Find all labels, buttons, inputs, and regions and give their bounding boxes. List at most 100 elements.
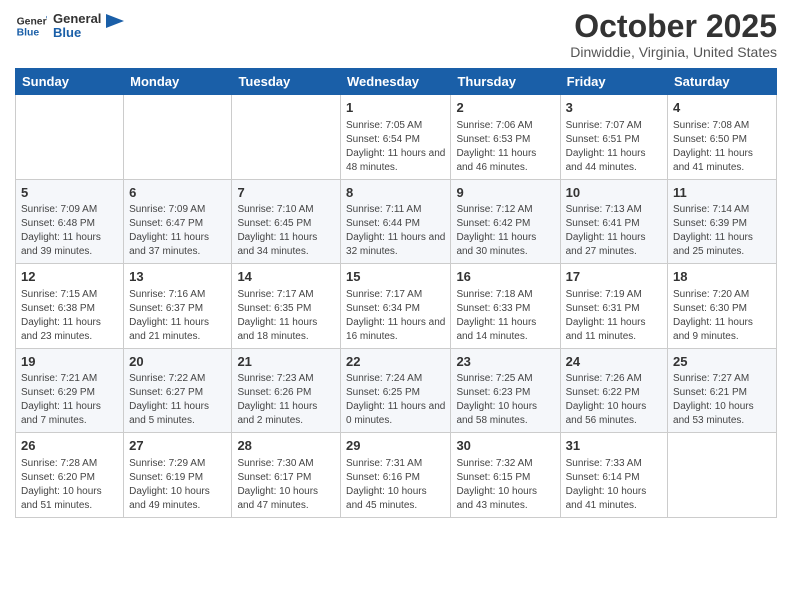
logo: General Blue General Blue (15, 10, 124, 42)
day-info: Sunrise: 7:28 AM Sunset: 6:20 PM Dayligh… (21, 457, 118, 513)
day-info: Sunrise: 7:17 AM Sunset: 6:34 PM Dayligh… (346, 288, 445, 344)
calendar-cell: 25Sunrise: 7:27 AM Sunset: 6:21 PM Dayli… (668, 348, 777, 433)
calendar-cell: 4Sunrise: 7:08 AM Sunset: 6:50 PM Daylig… (668, 95, 777, 180)
calendar-cell: 15 Sunrise: 7:17 AM Sunset: 6:34 PM Dayli… (341, 264, 451, 349)
day-info: Sunrise: 7:32 AM Sunset: 6:15 PM Dayligh… (456, 457, 554, 513)
day-number: 10 (566, 184, 662, 202)
day-number: 22 (346, 353, 445, 371)
calendar-cell (668, 433, 777, 518)
calendar-cell: 24Sunrise: 7:26 AM Sunset: 6:22 PM Dayli… (560, 348, 667, 433)
calendar-cell: 6Sunrise: 7:09 AM Sunset: 6:47 PM Daylig… (124, 179, 232, 264)
calendar-cell: 30 Sunrise: 7:32 AM Sunset: 6:15 PM Dayli… (451, 433, 560, 518)
day-number: 13 (129, 268, 226, 286)
calendar-cell (16, 95, 124, 180)
day-info: Sunrise: 7:08 AM Sunset: 6:50 PM Dayligh… (673, 119, 771, 175)
day-info: Sunrise: 7:13 AM Sunset: 6:41 PM Dayligh… (566, 203, 662, 259)
calendar-cell: 28 Sunrise: 7:30 AM Sunset: 6:17 PM Dayli… (232, 433, 341, 518)
calendar-cell: 31 Sunrise: 7:33 AM Sunset: 6:14 PM Dayli… (560, 433, 667, 518)
calendar-cell: 29Sunrise: 7:31 AM Sunset: 6:16 PM Dayli… (341, 433, 451, 518)
calendar-week-4: 19Sunrise: 7:21 AM Sunset: 6:29 PM Dayli… (16, 348, 777, 433)
day-number: 6 (129, 184, 226, 202)
day-info: Sunrise: 7:27 AM Sunset: 6:21 PM Dayligh… (673, 372, 771, 428)
day-info: Sunrise: 7:11 AM Sunset: 6:44 PM Dayligh… (346, 203, 445, 259)
calendar-header-row: SundayMondayTuesdayWednesdayThursdayFrid… (16, 69, 777, 95)
weekday-header-friday: Friday (560, 69, 667, 95)
day-info: Sunrise: 7:09 AM Sunset: 6:48 PM Dayligh… (21, 203, 118, 259)
calendar-cell (124, 95, 232, 180)
calendar-week-3: 12 Sunrise: 7:15 AM Sunset: 6:38 PM Dayli… (16, 264, 777, 349)
day-info: Sunrise: 7:06 AM Sunset: 6:53 PM Dayligh… (456, 119, 554, 175)
day-number: 12 (21, 268, 118, 286)
weekday-header-saturday: Saturday (668, 69, 777, 95)
day-info: Sunrise: 7:17 AM Sunset: 6:35 PM Dayligh… (237, 288, 335, 344)
day-info: Sunrise: 7:15 AM Sunset: 6:38 PM Dayligh… (21, 288, 118, 344)
day-number: 28 (237, 437, 335, 455)
calendar-cell: 13 Sunrise: 7:16 AM Sunset: 6:37 PM Dayli… (124, 264, 232, 349)
day-number: 16 (456, 268, 554, 286)
calendar-cell: 23Sunrise: 7:25 AM Sunset: 6:23 PM Dayli… (451, 348, 560, 433)
day-info: Sunrise: 7:30 AM Sunset: 6:17 PM Dayligh… (237, 457, 335, 513)
calendar-table: SundayMondayTuesdayWednesdayThursdayFrid… (15, 68, 777, 518)
weekday-header-monday: Monday (124, 69, 232, 95)
calendar-cell: 26Sunrise: 7:28 AM Sunset: 6:20 PM Dayli… (16, 433, 124, 518)
day-number: 25 (673, 353, 771, 371)
day-info: Sunrise: 7:33 AM Sunset: 6:14 PM Dayligh… (566, 457, 662, 513)
calendar-cell: 12 Sunrise: 7:15 AM Sunset: 6:38 PM Dayli… (16, 264, 124, 349)
day-number: 11 (673, 184, 771, 202)
day-info: Sunrise: 7:16 AM Sunset: 6:37 PM Dayligh… (129, 288, 226, 344)
weekday-header-thursday: Thursday (451, 69, 560, 95)
svg-text:Blue: Blue (17, 28, 40, 39)
day-number: 14 (237, 268, 335, 286)
day-number: 3 (566, 99, 662, 117)
logo-general: General (53, 12, 101, 26)
calendar-week-1: 1 Sunrise: 7:05 AM Sunset: 6:54 PM Daylig… (16, 95, 777, 180)
day-number: 19 (21, 353, 118, 371)
calendar-cell: 3Sunrise: 7:07 AM Sunset: 6:51 PM Daylig… (560, 95, 667, 180)
day-number: 23 (456, 353, 554, 371)
weekday-header-sunday: Sunday (16, 69, 124, 95)
day-info: Sunrise: 7:21 AM Sunset: 6:29 PM Dayligh… (21, 372, 118, 428)
calendar-cell: 19Sunrise: 7:21 AM Sunset: 6:29 PM Dayli… (16, 348, 124, 433)
day-info: Sunrise: 7:19 AM Sunset: 6:31 PM Dayligh… (566, 288, 662, 344)
calendar-cell: 10Sunrise: 7:13 AM Sunset: 6:41 PM Dayli… (560, 179, 667, 264)
day-info: Sunrise: 7:12 AM Sunset: 6:42 PM Dayligh… (456, 203, 554, 259)
calendar-cell: 5Sunrise: 7:09 AM Sunset: 6:48 PM Daylig… (16, 179, 124, 264)
day-info: Sunrise: 7:25 AM Sunset: 6:23 PM Dayligh… (456, 372, 554, 428)
day-info: Sunrise: 7:10 AM Sunset: 6:45 PM Dayligh… (237, 203, 335, 259)
day-number: 17 (566, 268, 662, 286)
day-number: 24 (566, 353, 662, 371)
title-block: October 2025 Dinwiddie, Virginia, United… (570, 10, 777, 60)
day-number: 15 (346, 268, 445, 286)
day-info: Sunrise: 7:05 AM Sunset: 6:54 PM Dayligh… (346, 119, 445, 175)
calendar-cell: 8Sunrise: 7:11 AM Sunset: 6:44 PM Daylig… (341, 179, 451, 264)
calendar-cell (232, 95, 341, 180)
calendar-cell: 7Sunrise: 7:10 AM Sunset: 6:45 PM Daylig… (232, 179, 341, 264)
calendar-cell: 11Sunrise: 7:14 AM Sunset: 6:39 PM Dayli… (668, 179, 777, 264)
day-info: Sunrise: 7:09 AM Sunset: 6:47 PM Dayligh… (129, 203, 226, 259)
logo-icon: General Blue (15, 10, 47, 42)
calendar-cell: 1 Sunrise: 7:05 AM Sunset: 6:54 PM Daylig… (341, 95, 451, 180)
day-number: 30 (456, 437, 554, 455)
day-number: 18 (673, 268, 771, 286)
calendar-cell: 14 Sunrise: 7:17 AM Sunset: 6:35 PM Dayli… (232, 264, 341, 349)
calendar-week-5: 26Sunrise: 7:28 AM Sunset: 6:20 PM Dayli… (16, 433, 777, 518)
day-info: Sunrise: 7:29 AM Sunset: 6:19 PM Dayligh… (129, 457, 226, 513)
day-number: 21 (237, 353, 335, 371)
day-number: 31 (566, 437, 662, 455)
day-number: 2 (456, 99, 554, 117)
day-number: 27 (129, 437, 226, 455)
day-number: 5 (21, 184, 118, 202)
day-info: Sunrise: 7:24 AM Sunset: 6:25 PM Dayligh… (346, 372, 445, 428)
calendar-cell: 20Sunrise: 7:22 AM Sunset: 6:27 PM Dayli… (124, 348, 232, 433)
calendar-cell: 17 Sunrise: 7:19 AM Sunset: 6:31 PM Dayli… (560, 264, 667, 349)
svg-text:General: General (17, 16, 47, 27)
day-info: Sunrise: 7:31 AM Sunset: 6:16 PM Dayligh… (346, 457, 445, 513)
calendar-cell: 9Sunrise: 7:12 AM Sunset: 6:42 PM Daylig… (451, 179, 560, 264)
calendar-cell: 18Sunrise: 7:20 AM Sunset: 6:30 PM Dayli… (668, 264, 777, 349)
calendar-cell: 2 Sunrise: 7:06 AM Sunset: 6:53 PM Daylig… (451, 95, 560, 180)
month-title: October 2025 (570, 10, 777, 42)
day-number: 7 (237, 184, 335, 202)
day-number: 1 (346, 99, 445, 117)
day-info: Sunrise: 7:22 AM Sunset: 6:27 PM Dayligh… (129, 372, 226, 428)
weekday-header-tuesday: Tuesday (232, 69, 341, 95)
